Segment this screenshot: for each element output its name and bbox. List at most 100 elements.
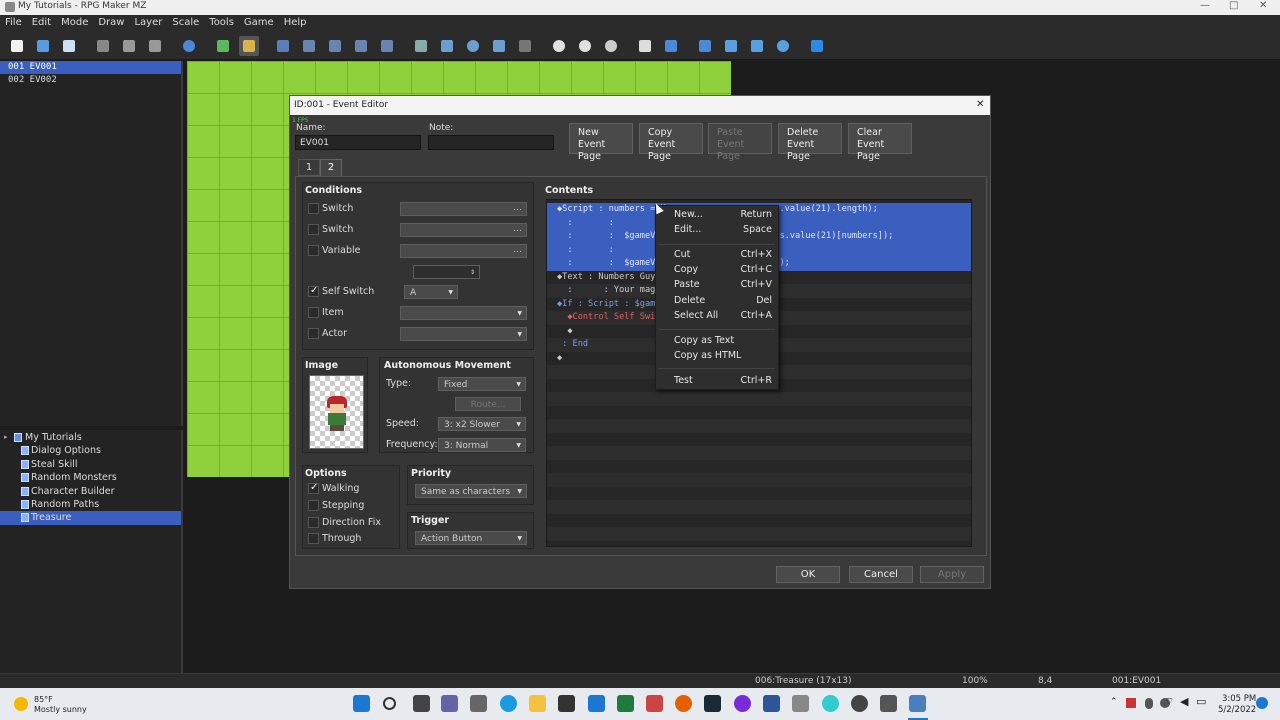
context-menu-item-select-all[interactable]: Select All Ctrl+A — [656, 310, 778, 324]
direction-fix-checkbox[interactable] — [308, 517, 319, 528]
menu-draw[interactable]: Draw — [93, 15, 129, 30]
layer-2-icon[interactable] — [299, 36, 319, 56]
layer-1-icon[interactable] — [273, 36, 293, 56]
notification-icon[interactable] — [1256, 697, 1268, 709]
map-tree-item[interactable]: Dialog Options — [0, 444, 181, 457]
task-view-icon[interactable] — [413, 695, 430, 712]
map-tree-item[interactable]: Steal Skill — [0, 458, 181, 471]
resource-manager-icon[interactable] — [747, 36, 767, 56]
switch2-checkbox[interactable] — [308, 224, 319, 235]
self-switch-checkbox[interactable] — [308, 285, 319, 297]
context-menu-item-delete[interactable]: Delete Del — [656, 295, 778, 309]
delete-event-page-button[interactable]: Delete Event Page — [778, 123, 842, 162]
pencil-icon[interactable] — [411, 36, 431, 56]
context-menu-item-copy[interactable]: Copy Ctrl+C — [656, 264, 778, 278]
paste-event-page-button[interactable]: Paste Event Page — [708, 123, 772, 162]
menu-mode[interactable]: Mode — [56, 15, 93, 30]
zoom-in-icon[interactable] — [549, 36, 569, 56]
clock-date[interactable]: 5/2/2022 — [1218, 705, 1256, 715]
teams-icon[interactable] — [441, 695, 458, 712]
note-field[interactable] — [428, 135, 554, 150]
collapse-arrow-icon[interactable]: ▸ — [4, 431, 8, 444]
event-list-item[interactable]: 002 EV002 — [0, 74, 181, 87]
close-button[interactable]: ✕ — [1259, 0, 1267, 11]
rectangle-icon[interactable] — [437, 36, 457, 56]
through-checkbox[interactable] — [308, 533, 319, 544]
type-select[interactable]: Fixed ▼ — [438, 377, 526, 391]
copy-event-page-button[interactable]: Copy Event Page — [639, 123, 703, 162]
rpg-maker-icon[interactable] — [909, 695, 926, 712]
context-menu-item-new[interactable]: New... Return — [656, 209, 778, 223]
ok-button[interactable]: OK — [776, 566, 840, 583]
context-menu-item-cut[interactable]: Cut Ctrl+X — [656, 249, 778, 263]
cancel-button[interactable]: Cancel — [849, 566, 913, 583]
map-tree-item[interactable]: Random Monsters — [0, 471, 181, 484]
switch2-select[interactable]: … — [400, 223, 527, 237]
item-select[interactable]: ▼ — [400, 306, 527, 320]
walking-checkbox[interactable] — [308, 482, 319, 494]
excel-icon[interactable] — [617, 695, 634, 712]
app-icon[interactable] — [822, 695, 839, 712]
maximize-button[interactable]: □ — [1229, 0, 1238, 11]
plugin-manager-icon[interactable] — [661, 36, 681, 56]
app-icon[interactable] — [792, 695, 809, 712]
menu-layer[interactable]: Layer — [129, 15, 167, 30]
priority-select[interactable]: Same as characters ▼ — [415, 484, 527, 498]
zoom-actual-icon[interactable] — [601, 36, 621, 56]
map-tree-root[interactable]: ▸ My Tutorials — [0, 431, 181, 444]
start-icon[interactable] — [353, 695, 370, 712]
volume-icon[interactable]: ◀ — [1180, 695, 1188, 708]
context-menu-item-edit[interactable]: Edit... Space — [656, 224, 778, 238]
wifi-icon[interactable]: ⌔ — [1164, 695, 1174, 709]
route-button[interactable]: Route... — [455, 397, 521, 411]
new-project-icon[interactable] — [7, 36, 27, 56]
clear-event-page-button[interactable]: Clear Event Page — [848, 123, 912, 162]
map-tree-item[interactable]: Random Paths — [0, 498, 181, 511]
playtest-icon[interactable] — [807, 36, 827, 56]
app-icon[interactable] — [558, 695, 575, 712]
menu-game[interactable]: Game — [239, 15, 279, 30]
variable-checkbox[interactable] — [308, 245, 319, 256]
camera-icon[interactable] — [880, 695, 897, 712]
context-menu-item-copy-as-html[interactable]: Copy as HTML — [656, 350, 778, 364]
context-menu-item-copy-as-text[interactable]: Copy as Text — [656, 335, 778, 349]
tray-overflow-icon[interactable]: ⌃ — [1110, 697, 1118, 707]
search-icon[interactable] — [383, 697, 396, 710]
shadow-pen-icon[interactable] — [515, 36, 535, 56]
fill-icon[interactable] — [489, 36, 509, 56]
tab-page-2[interactable]: 2 — [320, 159, 342, 176]
dialog-close-button[interactable]: ✕ — [976, 99, 984, 110]
layer-all-icon[interactable] — [377, 36, 397, 56]
sound-test-icon[interactable] — [695, 36, 715, 56]
clock-time[interactable]: 3:05 PM — [1222, 694, 1256, 704]
database-icon[interactable] — [635, 36, 655, 56]
context-menu-item-paste[interactable]: Paste Ctrl+V — [656, 279, 778, 293]
tab-page-1[interactable]: 1 — [298, 159, 320, 176]
variable-value-spinner[interactable]: ⇕ — [413, 265, 480, 279]
file-explorer-icon[interactable] — [529, 695, 546, 712]
minimize-button[interactable]: — — [1200, 0, 1210, 11]
undo-icon[interactable] — [179, 36, 199, 56]
cut-icon[interactable] — [93, 36, 113, 56]
menu-scale[interactable]: Scale — [167, 15, 204, 30]
store-icon[interactable] — [470, 695, 487, 712]
word-icon[interactable] — [763, 695, 780, 712]
save-project-icon[interactable] — [59, 36, 79, 56]
mail-icon[interactable] — [588, 695, 605, 712]
menu-edit[interactable]: Edit — [27, 15, 56, 30]
weather-text[interactable]: Mostly sunny — [34, 705, 87, 714]
character-generator-icon[interactable] — [773, 36, 793, 56]
variable-select[interactable]: … — [400, 244, 527, 258]
apply-button[interactable]: Apply — [920, 566, 984, 583]
event-searcher-icon[interactable] — [721, 36, 741, 56]
tray-app-icon[interactable] — [1126, 698, 1136, 708]
layer-3-icon[interactable] — [325, 36, 345, 56]
app-icon[interactable] — [734, 695, 751, 712]
weather-temp[interactable]: 85°F — [34, 695, 53, 704]
event-image[interactable] — [309, 375, 364, 449]
battery-icon[interactable]: ▭ — [1196, 695, 1206, 708]
zoom-out-icon[interactable] — [575, 36, 595, 56]
switch1-select[interactable]: … — [400, 202, 527, 216]
stepping-checkbox[interactable] — [308, 500, 319, 511]
menu-help[interactable]: Help — [279, 15, 312, 30]
